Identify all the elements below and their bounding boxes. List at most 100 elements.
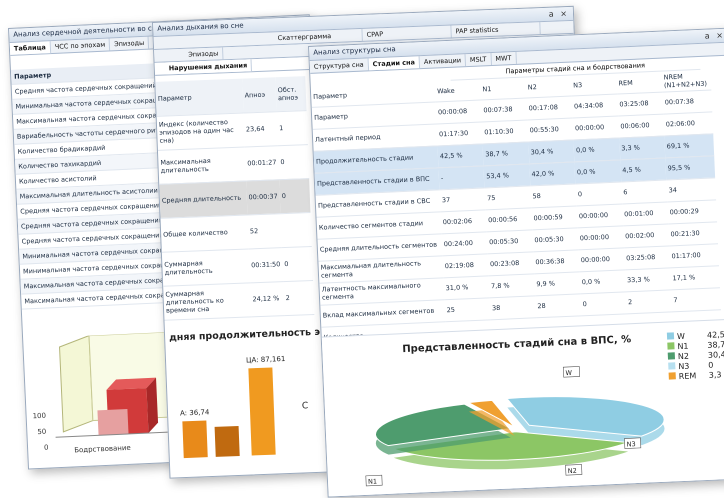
chart-legend: W 42,5 N1 38,7 N2 30,4 N3 0 REM 3,3 <box>666 330 724 382</box>
table-row[interactable]: Общее количество 52 <box>160 212 312 252</box>
tab-mwt[interactable]: MWT <box>491 51 517 66</box>
table-cell: 37 <box>439 187 486 212</box>
duration-bar-chart: A: 36,74 ЦА: 87,161 C <box>180 355 309 459</box>
table-cell: 38,7 % <box>482 141 530 166</box>
table-cell: 00:23:08 <box>487 251 534 276</box>
table-row[interactable]: Суммарная длительность ко времени сна 24,… <box>163 280 315 320</box>
table-cell: 2 <box>283 280 315 316</box>
table-cell: 00:00:37 <box>245 179 281 215</box>
table-cell: 0 <box>277 144 310 180</box>
bar-label-0: A: 36,74 <box>180 408 210 417</box>
x-axis-label: Бодрствование <box>74 444 131 455</box>
bar-label-2: ЦА: 87,161 <box>246 355 286 365</box>
table-cell: 01:10:30 <box>481 119 529 144</box>
tab-breathing-disorders[interactable]: Нарушения дыхания <box>164 59 253 75</box>
legend-value: 42,5 <box>706 330 724 340</box>
chart-3d: 100 50 0 Бодрствование <box>29 331 175 463</box>
table-cell: - <box>438 165 485 190</box>
table-cell: 00:31:50 <box>248 247 284 283</box>
table-cell: 00:24:00 <box>441 231 488 256</box>
table-cell: 00:06:00 <box>617 113 665 138</box>
table-cell: 3,3 % <box>618 135 666 160</box>
legend-swatch <box>666 332 675 340</box>
table-cell <box>280 212 312 248</box>
table-row[interactable]: Индекс (количество эпизодов на один час … <box>156 110 308 150</box>
tab-table[interactable]: Таблица <box>9 41 52 55</box>
table-cell: 03:25:08 <box>616 91 664 116</box>
tab-sleep-stages[interactable]: Стадии сна <box>368 56 421 71</box>
table-row[interactable]: Суммарная длительность 00:31:50 0 <box>161 246 314 286</box>
slice-label-N3: N3 <box>627 440 636 448</box>
table-cell: 42,5 % <box>437 143 484 168</box>
table-cell: Суммарная длительность ко времени сна <box>163 282 252 320</box>
table-cell: 69,1 % <box>664 133 715 158</box>
table-cell: 0,0 % <box>579 269 626 294</box>
table-cell: 4,5 % <box>619 157 667 182</box>
table-cell: 00:05:30 <box>531 227 579 252</box>
table-cell: 00:01:27 <box>244 145 280 181</box>
table-cell: 23,64 <box>243 111 278 147</box>
table-cell: 00:00:00 <box>572 115 619 140</box>
col-n2: N2 <box>525 75 572 98</box>
table-cell: Средняя длительность <box>159 180 248 218</box>
col-nrem: NREM (N1+N2+N3) <box>661 69 712 92</box>
window-controls[interactable]: a × <box>705 29 724 43</box>
duration-chart: дняя продолжительность э A: 36,74 ЦА: 87,… <box>169 326 334 472</box>
col-rem: REM <box>616 71 663 94</box>
tab-episodes[interactable]: Эпизоды <box>184 47 224 61</box>
table-cell: 25 <box>444 297 491 322</box>
col-n3: N3 <box>570 73 617 96</box>
table-row[interactable]: Средняя длительность 00:00:37 0 <box>159 178 311 218</box>
table-cell: 7 <box>670 287 721 312</box>
legend-value: 30,4 <box>707 350 724 360</box>
window-controls[interactable]: a × <box>549 7 570 21</box>
table-cell: 00:00:56 <box>485 207 532 232</box>
tab-mslt[interactable]: MSLT <box>465 53 492 67</box>
legend-swatch <box>668 372 676 380</box>
col-apnea: Апноэ <box>242 77 277 113</box>
col-n1: N1 <box>480 77 527 100</box>
table-cell: 01:17:00 <box>669 243 719 268</box>
table-cell: 00:00:00 <box>577 225 624 250</box>
breathing-rows: Индекс (количество эпизодов на один час … <box>156 110 315 320</box>
legend-swatch <box>667 342 675 350</box>
tick-50: 50 <box>37 428 46 436</box>
window-title-text: Анализ сердечной деятельности во сне <box>13 24 161 39</box>
table-cell: 31,0 % <box>443 275 490 300</box>
window-title-text: Анализ дыхания во сне <box>157 21 244 33</box>
chart-back-wall <box>59 334 94 433</box>
legend-swatch <box>667 352 676 360</box>
legend-swatch <box>668 362 676 370</box>
table-row[interactable]: Максимальная длительность 00:01:27 0 <box>157 144 310 184</box>
table-cell: 0 <box>281 246 314 282</box>
legend-label: REM <box>678 371 697 382</box>
table-cell: 38 <box>489 295 536 320</box>
table-cell: Индекс (количество эпизодов на один час … <box>156 112 245 150</box>
table-cell: Максимальная длительность <box>157 146 246 184</box>
tab-episodes[interactable]: Эпизоды <box>109 36 150 51</box>
table-cell: 75 <box>484 185 532 210</box>
table-cell: 28 <box>534 293 582 318</box>
table-cell: 04:34:08 <box>571 93 618 118</box>
sleep-structure-window: Анализ структуры сна a × Структура сна Ст… <box>308 27 724 498</box>
table-cell: 02:19:08 <box>442 253 489 278</box>
slice-label-N2: N2 <box>568 467 577 475</box>
table-cell: 52 <box>247 213 282 249</box>
table-header-row: Параметр Апноэ Обст. апноэ <box>155 76 307 116</box>
breathing-table: Параметр Апноэ Обст. апноэ Индекс (колич… <box>155 76 315 320</box>
table-cell: 53,4 % <box>483 163 531 188</box>
slice-label-N1: N1 <box>368 477 377 485</box>
legend-value: 38,7 <box>707 340 724 350</box>
table-cell: 02:06:00 <box>663 111 714 136</box>
table-cell: 00:05:30 <box>486 229 533 254</box>
tab-activations[interactable]: Активации <box>419 54 467 69</box>
table-cell: 00:02:06 <box>440 209 487 234</box>
table-cell: 00:55:30 <box>527 117 574 142</box>
table-cell: 00:07:38 <box>480 97 528 122</box>
table-cell: 95,5 % <box>665 155 716 180</box>
table-cell: 17,1 % <box>670 265 720 290</box>
table-cell: 01:17:30 <box>436 121 483 146</box>
tick-0: 0 <box>44 444 49 452</box>
table-cell: 2 <box>625 289 672 314</box>
bar-label-c: C <box>302 401 309 411</box>
